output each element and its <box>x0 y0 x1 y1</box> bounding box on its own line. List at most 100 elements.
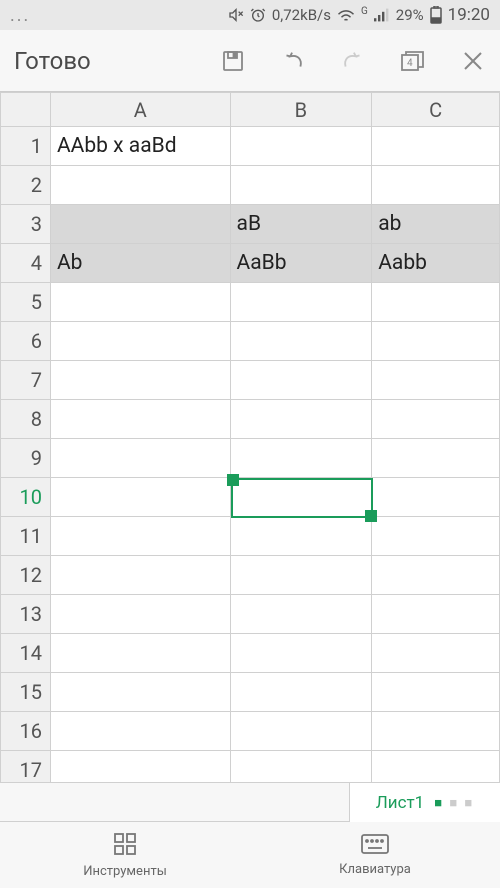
tools-button[interactable]: Инструменты <box>0 822 250 888</box>
cell-B13[interactable] <box>230 595 372 634</box>
close-icon[interactable] <box>460 48 486 74</box>
cell-B1[interactable] <box>230 127 372 166</box>
cell-C17[interactable] <box>372 751 500 783</box>
cell-A3[interactable] <box>50 205 230 244</box>
cell-A10[interactable] <box>50 478 230 517</box>
cell-C1[interactable] <box>372 127 500 166</box>
sheet-tab-active[interactable]: Лист1 ■ ■ ■ <box>350 783 500 822</box>
tools-icon <box>113 832 137 860</box>
undo-icon[interactable] <box>280 48 306 74</box>
cell-B12[interactable] <box>230 556 372 595</box>
cell-B16[interactable] <box>230 712 372 751</box>
row-header-6[interactable]: 6 <box>1 322 51 361</box>
cell-C8[interactable] <box>372 400 500 439</box>
cell-A2[interactable] <box>50 166 230 205</box>
cell-C12[interactable] <box>372 556 500 595</box>
corner-cell[interactable] <box>1 93 51 127</box>
cell-A13[interactable] <box>50 595 230 634</box>
cell-A6[interactable] <box>50 322 230 361</box>
row-header-11[interactable]: 11 <box>1 517 51 556</box>
grid-table[interactable]: A B C 1AAbb x aaBd23 aBab 4AbAaBbAabb 56789… <box>0 92 500 782</box>
sheets-icon[interactable]: 4 <box>400 48 426 74</box>
cell-A12[interactable] <box>50 556 230 595</box>
cell-B5[interactable] <box>230 283 372 322</box>
cell-C14[interactable] <box>372 634 500 673</box>
row-header-15[interactable]: 15 <box>1 673 51 712</box>
cell-C6[interactable] <box>372 322 500 361</box>
col-header-C[interactable]: C <box>372 93 500 127</box>
bottom-panel: Инструменты Клавиатура <box>0 822 500 888</box>
cell-C7[interactable] <box>372 361 500 400</box>
clock-time: 19:20 <box>448 5 490 25</box>
cell-A8[interactable] <box>50 400 230 439</box>
cell-A7[interactable] <box>50 361 230 400</box>
row-header-17[interactable]: 17 <box>1 751 51 783</box>
col-header-A[interactable]: A <box>50 93 230 127</box>
toolbar: Готово 4 <box>0 30 500 92</box>
cell-A11[interactable] <box>50 517 230 556</box>
cell-C3[interactable]: ab <box>372 205 500 244</box>
row-header-4[interactable]: 4 <box>1 244 51 283</box>
row-header-8[interactable]: 8 <box>1 400 51 439</box>
cell-B7[interactable] <box>230 361 372 400</box>
cell-C4[interactable]: Aabb <box>372 244 500 283</box>
cell-B6[interactable] <box>230 322 372 361</box>
status-ellipsis: ... <box>10 5 30 26</box>
row-header-7[interactable]: 7 <box>1 361 51 400</box>
cell-B14[interactable] <box>230 634 372 673</box>
alarm-icon <box>250 7 266 23</box>
cell-C16[interactable] <box>372 712 500 751</box>
cell-C2[interactable] <box>372 166 500 205</box>
keyboard-button[interactable]: Клавиатура <box>250 822 500 888</box>
cell-B17[interactable] <box>230 751 372 783</box>
row-header-9[interactable]: 9 <box>1 439 51 478</box>
cell-B15[interactable] <box>230 673 372 712</box>
keyboard-label: Клавиатура <box>339 862 411 877</box>
cell-A15[interactable] <box>50 673 230 712</box>
data-rate: 0,72kB/s <box>272 6 331 24</box>
cell-C5[interactable] <box>372 283 500 322</box>
col-header-B[interactable]: B <box>230 93 372 127</box>
row-header-13[interactable]: 13 <box>1 595 51 634</box>
row-header-2[interactable]: 2 <box>1 166 51 205</box>
cell-B8[interactable] <box>230 400 372 439</box>
row-header-10[interactable]: 10 <box>1 478 51 517</box>
cell-A1[interactable]: AAbb x aaBd <box>50 127 230 166</box>
sheet-tabs: Лист1 ■ ■ ■ <box>0 782 500 822</box>
signal-icon <box>374 8 390 22</box>
row-header-3[interactable]: 3 <box>1 205 51 244</box>
cell-A14[interactable] <box>50 634 230 673</box>
cell-A5[interactable] <box>50 283 230 322</box>
cell-C9[interactable] <box>372 439 500 478</box>
cell-B10[interactable] <box>230 478 372 517</box>
sheet-indicator-dots: ■ ■ ■ <box>434 795 474 811</box>
cell-C10[interactable] <box>372 478 500 517</box>
save-icon[interactable] <box>220 48 246 74</box>
cell-B9[interactable] <box>230 439 372 478</box>
wifi-icon <box>337 8 355 22</box>
cell-A9[interactable] <box>50 439 230 478</box>
redo-icon[interactable] <box>340 48 366 74</box>
cell-C13[interactable] <box>372 595 500 634</box>
svg-text:4: 4 <box>407 58 413 69</box>
row-header-5[interactable]: 5 <box>1 283 51 322</box>
done-button[interactable]: Готово <box>14 47 91 75</box>
sheet-tab-label: Лист1 <box>376 793 424 813</box>
cell-B3[interactable]: aB <box>230 205 372 244</box>
sheet-tab-blank[interactable] <box>0 783 350 822</box>
row-header-14[interactable]: 14 <box>1 634 51 673</box>
cell-C11[interactable] <box>372 517 500 556</box>
cell-C15[interactable] <box>372 673 500 712</box>
row-header-1[interactable]: 1 <box>1 127 51 166</box>
row-header-12[interactable]: 12 <box>1 556 51 595</box>
status-right: 0,72kB/s G 29% 19:20 <box>228 5 490 25</box>
cell-A17[interactable] <box>50 751 230 783</box>
cell-B4[interactable]: AaBb <box>230 244 372 283</box>
cell-B11[interactable] <box>230 517 372 556</box>
cell-A4[interactable]: Ab <box>50 244 230 283</box>
cell-B2[interactable] <box>230 166 372 205</box>
spreadsheet[interactable]: A B C 1AAbb x aaBd23 aBab 4AbAaBbAabb 56789… <box>0 92 500 782</box>
cell-A16[interactable] <box>50 712 230 751</box>
tools-label: Инструменты <box>83 864 167 879</box>
row-header-16[interactable]: 16 <box>1 712 51 751</box>
